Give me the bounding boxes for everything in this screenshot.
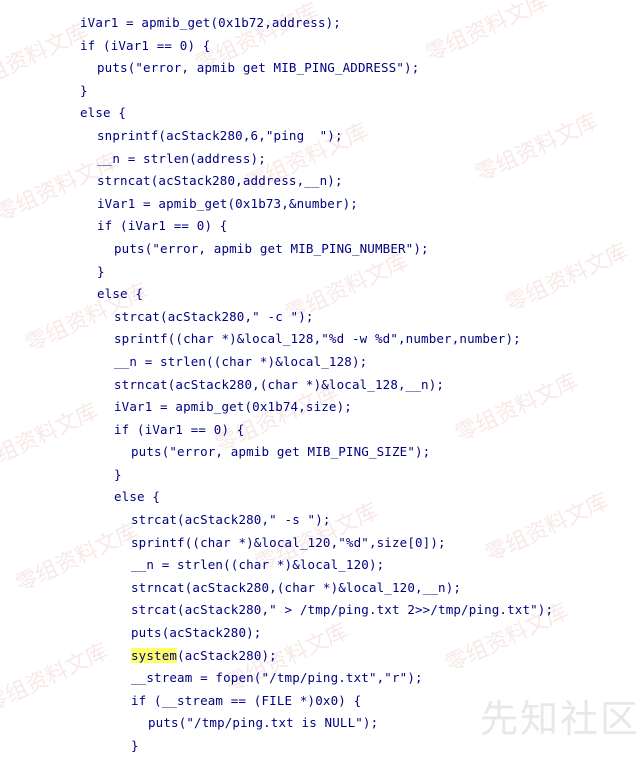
code-line: __n = strlen((char *)&local_120); <box>131 557 385 573</box>
code-line: strcat(acStack280," -c "); <box>114 308 314 324</box>
code-line: if (iVar1 == 0) { <box>80 37 211 53</box>
code-line: snprintf(acStack280,6,"ping "); <box>97 127 343 143</box>
code-line: __stream = fopen("/tmp/ping.txt","r"); <box>131 670 423 686</box>
code-line: puts(acStack280); <box>131 625 262 641</box>
code-line: iVar1 = apmib_get(0x1b73,&number); <box>97 195 358 211</box>
code-line: strncat(acStack280,address,__n); <box>97 173 343 189</box>
code-line: puts("error, apmib get MIB_PING_SIZE"); <box>131 444 431 460</box>
code-line: __n = strlen(address); <box>97 150 266 166</box>
code-line: if (iVar1 == 0) { <box>97 218 228 234</box>
code-line: else { <box>80 105 127 121</box>
code-line: __n = strlen((char *)&local_128); <box>114 353 368 369</box>
code-line: if (iVar1 == 0) { <box>114 421 245 437</box>
code-line: strcat(acStack280," -s "); <box>131 512 331 528</box>
code-line: else { <box>114 489 161 505</box>
code-line: strncat(acStack280,(char *)&local_120,__… <box>131 579 462 595</box>
code-line: strcat(acStack280," > /tmp/ping.txt 2>>/… <box>131 602 554 618</box>
code-line: system(acStack280); <box>131 647 277 663</box>
watermark-text: 零组资料文库 <box>0 19 93 98</box>
code-line: puts("error, apmib get MIB_PING_NUMBER")… <box>114 240 429 256</box>
code-line: } <box>114 466 122 482</box>
code-line: strncat(acStack280,(char *)&local_128,__… <box>114 376 445 392</box>
code-line: sprintf((char *)&local_120,"%d",size[0])… <box>131 534 446 550</box>
code-line: iVar1 = apmib_get(0x1b72,address); <box>80 15 341 30</box>
code-line: } <box>97 263 105 279</box>
code-line: puts("error, apmib get MIB_PING_ADDRESS"… <box>97 60 420 76</box>
highlighted-token: system <box>131 647 178 663</box>
decompiled-code-view: iVar1 = apmib_get(0x1b72,address);if (iV… <box>80 12 553 758</box>
code-line: } <box>80 82 88 98</box>
code-line: else { <box>97 286 144 302</box>
site-logo-watermark: 先知社区 <box>480 697 641 741</box>
code-line: sprintf((char *)&local_128,"%d -w %d",nu… <box>114 331 521 347</box>
code-line: iVar1 = apmib_get(0x1b74,size); <box>114 399 352 415</box>
